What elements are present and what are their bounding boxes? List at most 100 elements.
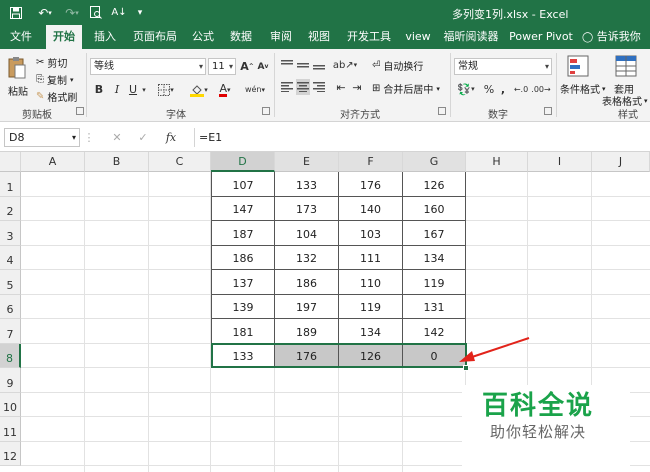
cell-d3[interactable]: 187 [211,221,275,246]
cell-g6[interactable]: 131 [403,294,466,319]
wrap-text-button[interactable]: ⏎ 自动换行 [372,58,423,73]
formula-input[interactable]: =E1 [194,128,646,147]
paste-button[interactable]: 粘贴 [8,83,28,98]
row-header-7[interactable]: 7 [0,319,21,344]
customize-qat-icon[interactable]: ▾ [134,4,146,21]
format-painter-button[interactable]: ✎ 格式刷 [36,89,77,104]
cell-d8[interactable]: 133 [211,343,275,368]
increase-decimal-icon[interactable]: ←.0 [512,81,530,97]
tab-insert[interactable]: 插入 [88,25,122,49]
redo-icon[interactable]: ↷ ▾ [62,4,82,21]
font-color-icon[interactable]: A ▾ [214,81,236,98]
percent-button[interactable]: % [482,81,496,97]
tab-view-addin[interactable]: view [402,25,434,49]
row-header-12[interactable]: 12 [0,441,21,466]
cell-e3[interactable]: 104 [275,221,339,246]
cell-e6[interactable]: 197 [275,294,339,319]
cell-d4[interactable]: 186 [211,245,275,270]
cell-e5[interactable]: 186 [275,270,339,295]
fill-color-icon[interactable]: ▾ [188,81,210,98]
row-header-2[interactable]: 2 [0,196,21,221]
cell-d6[interactable]: 139 [211,294,275,319]
align-bottom-icon[interactable] [312,57,326,73]
cell-f2[interactable]: 140 [339,196,403,221]
accounting-format-icon[interactable]: 💱 ▾ [456,81,476,97]
row-header-1[interactable]: 1 [0,172,21,197]
paste-icon[interactable] [6,55,28,81]
undo-icon[interactable]: ↶ ▾ [34,4,56,21]
cell-f4[interactable]: 111 [339,245,403,270]
align-right-icon[interactable] [312,79,326,95]
orientation-icon[interactable]: ab↗ ▾ [333,57,357,73]
cell-d1[interactable]: 107 [211,172,275,197]
tab-developer[interactable]: 开发工具 [342,25,396,49]
grow-font-icon[interactable]: A ^ [240,58,254,75]
decrease-indent-icon[interactable]: ⇤ [334,79,348,95]
column-header-c[interactable]: C [149,152,211,172]
phonetic-icon[interactable]: wén ▾ [242,81,268,98]
cancel-icon[interactable]: ✕ [110,129,124,146]
cell-e2[interactable]: 173 [275,196,339,221]
insert-function-icon[interactable]: fx [162,129,180,146]
row-header-9[interactable]: 9 [0,368,21,393]
number-format-select[interactable]: 常规 ▾ [454,58,552,75]
conditional-formatting-icon[interactable] [566,54,590,78]
underline-button[interactable]: U [126,81,140,98]
cell-e8[interactable]: 176 [275,343,339,368]
format-as-table-icon[interactable] [614,54,638,78]
tab-foxit-reader[interactable]: 福昕阅读器 [440,25,502,49]
align-middle-icon[interactable] [296,57,310,73]
shrink-font-icon[interactable]: Av [256,58,270,75]
increase-indent-icon[interactable]: ⇥ [350,79,364,95]
cut-button[interactable]: ✂ 剪切 [36,55,67,70]
bold-button[interactable]: B [92,81,106,98]
column-header-i[interactable]: I [528,152,592,172]
column-header-d[interactable]: D [211,152,275,172]
column-header-e[interactable]: E [275,152,339,172]
tab-file[interactable]: 文件 [4,25,38,49]
cell-f8[interactable]: 126 [339,343,403,368]
font-launcher-icon[interactable] [262,107,270,115]
number-launcher-icon[interactable] [544,107,552,115]
decrease-decimal-icon[interactable]: .00→ [531,81,550,97]
column-header-a[interactable]: A [21,152,85,172]
row-header-11[interactable]: 11 [0,417,21,442]
print-preview-icon[interactable] [88,4,104,21]
column-header-g[interactable]: G [403,152,466,172]
borders-icon[interactable]: ▾ [156,81,176,98]
cell-f6[interactable]: 119 [339,294,403,319]
row-header-6[interactable]: 6 [0,294,21,319]
name-box[interactable]: D8 ▾ [4,128,80,147]
tab-review[interactable]: 审阅 [264,25,298,49]
row-header-3[interactable]: 3 [0,221,21,246]
cell-f5[interactable]: 110 [339,270,403,295]
chevron-down-icon[interactable]: ▾ [140,81,148,98]
tab-power-pivot[interactable]: Power Pivot [508,25,574,49]
cell-d7[interactable]: 181 [211,319,275,344]
row-header-4[interactable]: 4 [0,245,21,270]
cell-e1[interactable]: 133 [275,172,339,197]
copy-button[interactable]: ⎘ 复制 ▾ [36,72,74,87]
enter-icon[interactable]: ✓ [136,129,150,146]
clipboard-launcher-icon[interactable] [76,107,84,115]
cell-g5[interactable]: 119 [403,270,466,295]
font-name-select[interactable]: 等线 ▾ [90,58,206,75]
column-header-h[interactable]: H [466,152,528,172]
tab-home[interactable]: 开始 [46,25,82,49]
column-header-b[interactable]: B [85,152,149,172]
cell-g4[interactable]: 134 [403,245,466,270]
tab-page-layout[interactable]: 页面布局 [130,25,180,49]
cell-f7[interactable]: 134 [339,319,403,344]
row-header-5[interactable]: 5 [0,270,21,295]
save-icon[interactable] [8,4,24,21]
cell-f1[interactable]: 176 [339,172,403,197]
sort-icon[interactable]: A↓ [110,4,128,21]
column-header-f[interactable]: F [339,152,403,172]
cell-d2[interactable]: 147 [211,196,275,221]
column-header-j[interactable]: J [592,152,650,172]
cell-g3[interactable]: 167 [403,221,466,246]
cell-g1[interactable]: 126 [403,172,466,197]
tell-me-search[interactable]: ◯ 告诉我你想要 [582,25,650,68]
cell-e4[interactable]: 132 [275,245,339,270]
conditional-formatting-button[interactable]: 条件格式 ▾ [560,81,606,97]
